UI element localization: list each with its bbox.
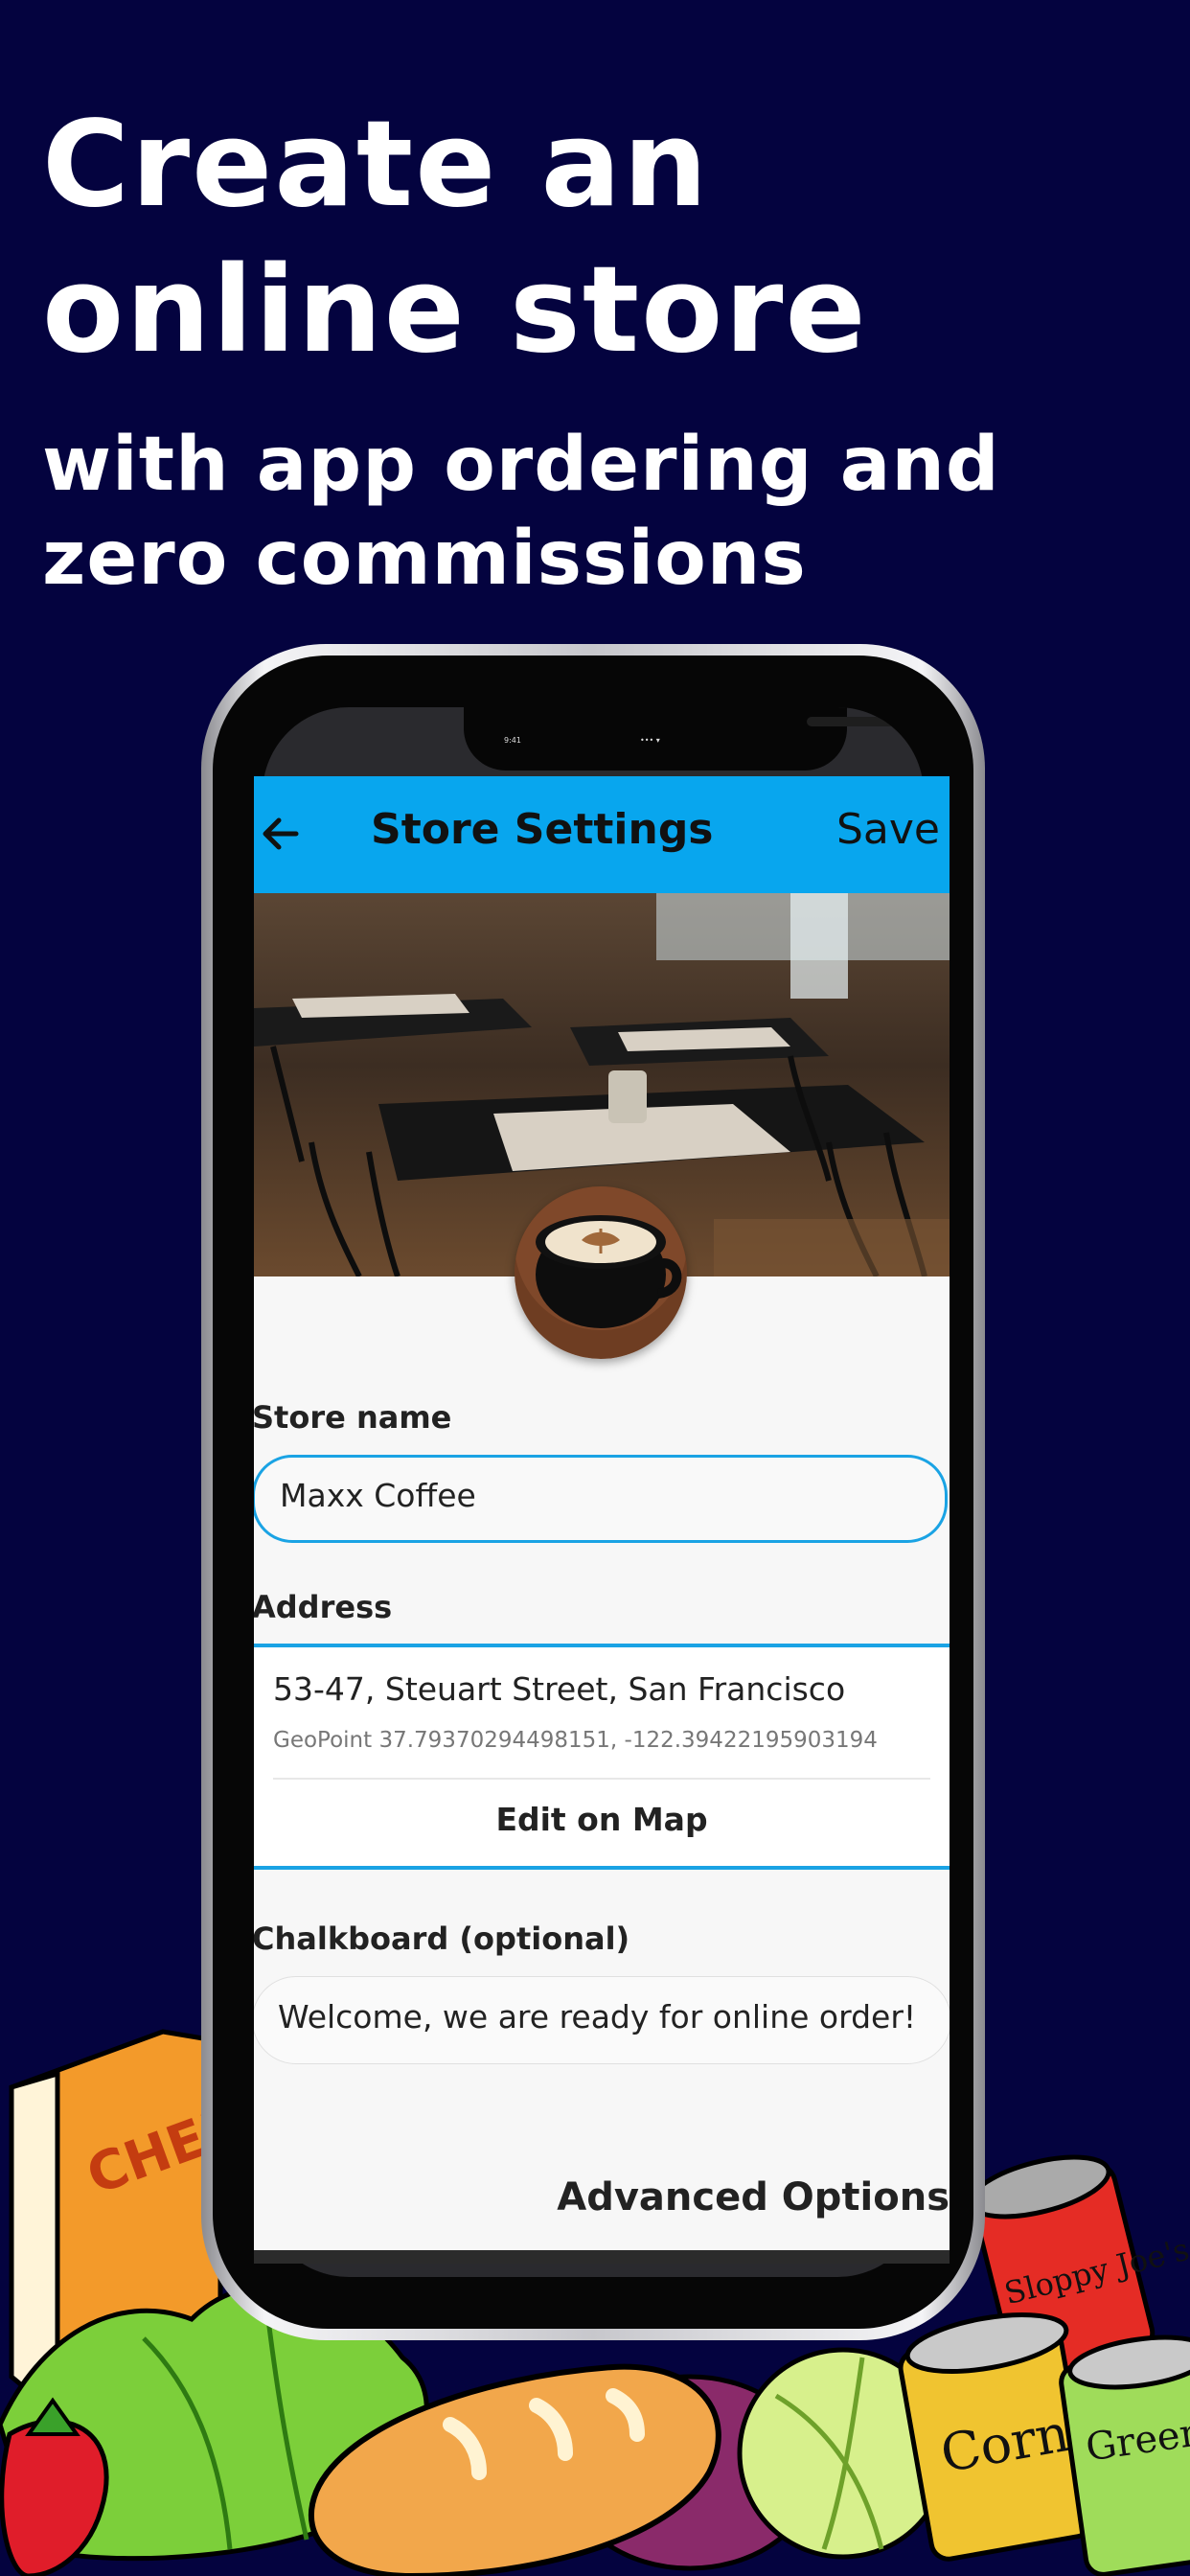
status-icons: ••• ▾	[640, 736, 660, 745]
address-divider	[273, 1778, 930, 1780]
headline: Create an online store with app ordering…	[42, 92, 1000, 606]
geopoint-value: GeoPoint 37.79370294498151, -122.3942219…	[273, 1728, 878, 1753]
headline-line-2: online store	[42, 242, 868, 380]
chalkboard-field[interactable]: Welcome, we are ready for online order!	[254, 1976, 950, 2064]
store-name-field[interactable]: Maxx Coffee	[254, 1455, 948, 1543]
store-name-label: Store name	[254, 1399, 452, 1436]
save-button[interactable]: Save	[836, 805, 940, 854]
page-title: Store Settings	[371, 805, 714, 854]
store-name-input[interactable]: Maxx Coffee	[280, 1477, 476, 1514]
store-logo-avatar[interactable]	[515, 1186, 687, 1359]
headline-line-1: Create an	[42, 96, 710, 234]
app-bar: Store Settings Save	[254, 776, 950, 893]
green-beans-can: Green Beans	[1059, 2334, 1190, 2576]
status-time: 9:41	[504, 736, 521, 745]
advanced-options-button[interactable]: Advanced Options	[557, 2175, 950, 2220]
edit-on-map-button[interactable]: Edit on Map	[254, 1801, 950, 1838]
speaker-grille	[807, 717, 906, 726]
address-card: 53-47, Steuart Street, San Francisco Geo…	[254, 1644, 950, 1870]
app-screen: Store Settings Save Store name Maxx Coff…	[254, 776, 950, 2264]
address-label: Address	[254, 1589, 393, 1625]
chalkboard-label: Chalkboard (optional)	[254, 1920, 630, 1957]
chalkboard-input[interactable]: Welcome, we are ready for online order!	[278, 1998, 916, 2036]
home-indicator	[254, 2250, 950, 2264]
arrow-left-icon[interactable]	[258, 809, 308, 859]
subheadline-line-1: with app ordering and	[42, 422, 1000, 508]
subheadline-line-2: zero commissions	[42, 516, 807, 602]
address-value: 53-47, Steuart Street, San Francisco	[273, 1670, 846, 1708]
